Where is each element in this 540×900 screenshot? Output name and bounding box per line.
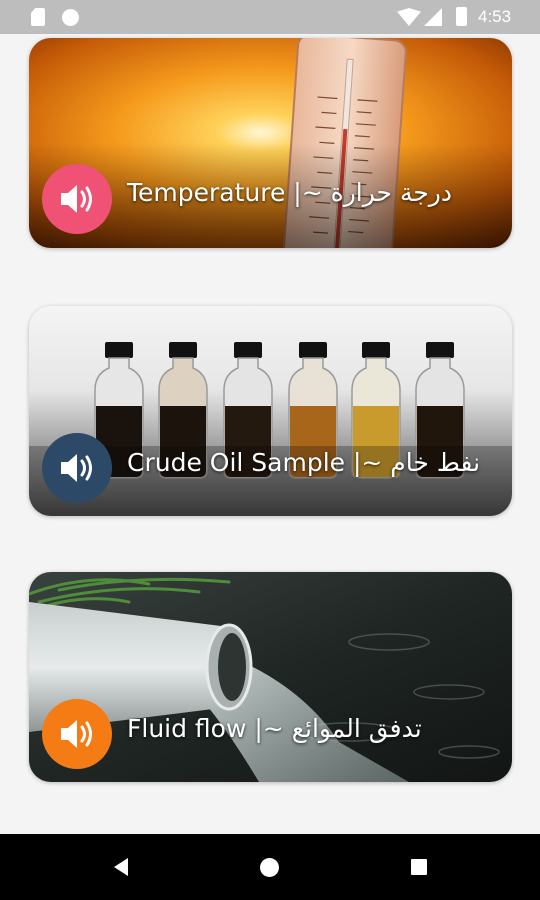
speaker-button-fluid-flow[interactable]: [42, 699, 112, 769]
cell-signal-icon: [424, 8, 442, 26]
wifi-icon: [397, 8, 421, 26]
speaker-icon: [61, 454, 92, 482]
home-icon[interactable]: [260, 858, 279, 877]
card-title-crude-oil: Crude Oil Sample |~ نفط خام: [127, 448, 481, 477]
speaker-icon: [61, 185, 92, 213]
status-time: 4:53: [478, 7, 512, 26]
card-crude-oil[interactable]: Crude Oil Sample |~ نفط خام: [29, 306, 512, 516]
navigation-bar: [0, 834, 540, 900]
circle-notification-icon: [62, 9, 79, 26]
status-bar: 4:53: [0, 0, 540, 34]
speaker-button-crude-oil[interactable]: [42, 433, 112, 503]
card-temperature[interactable]: Temperature |~ درجة حرارة: [29, 38, 512, 248]
card-title-fluid-flow: Fluid flow |~ تدفق الموائع: [127, 714, 422, 743]
battery-icon: [456, 7, 467, 26]
speaker-icon: [61, 720, 92, 748]
card-fluid-flow[interactable]: Fluid flow |~ تدفق الموائع: [29, 572, 512, 782]
recents-icon[interactable]: [411, 859, 427, 875]
sim-card-icon: [31, 8, 45, 26]
back-icon[interactable]: [114, 858, 128, 876]
speaker-button-temperature[interactable]: [42, 164, 112, 234]
card-title-temperature: Temperature |~ درجة حرارة: [127, 178, 453, 207]
